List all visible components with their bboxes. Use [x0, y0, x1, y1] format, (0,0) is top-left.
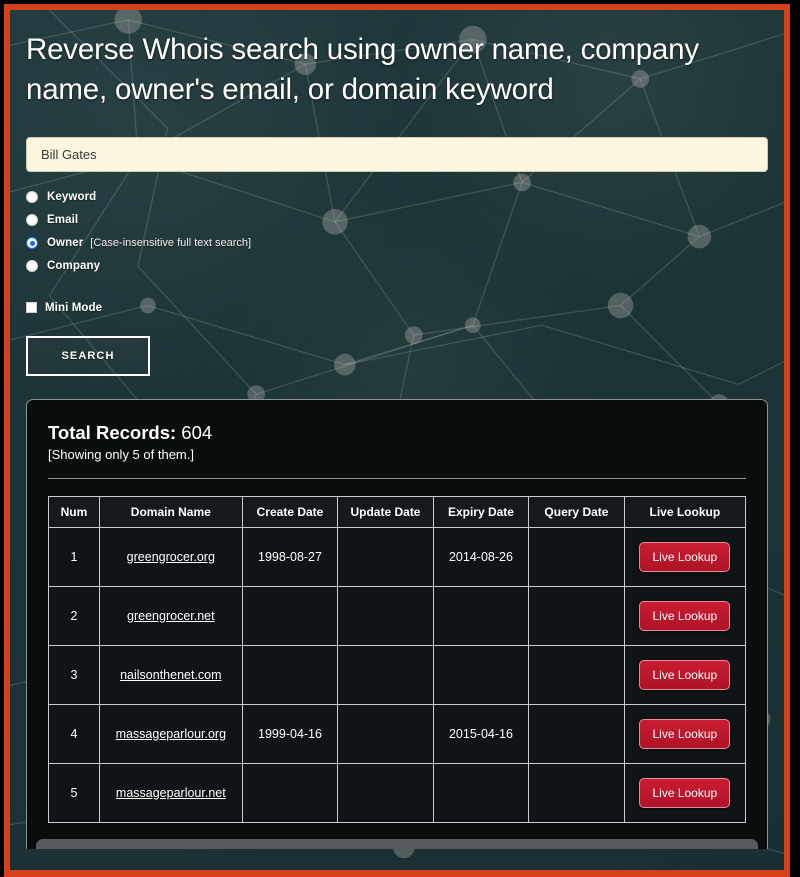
- mini-mode-label: Mini Mode: [45, 301, 103, 314]
- radio-option-company-label: Company: [47, 260, 101, 273]
- cell-query: [528, 703, 625, 764]
- search-type-options: Keyword Email Owner [Case-insensitive fu…: [26, 186, 768, 278]
- cell-expiry: [432, 762, 530, 823]
- table-row: 2 greengrocer.net Live Lookup: [48, 585, 747, 646]
- radio-option-email-label: Email: [47, 214, 79, 227]
- cell-num: 4: [48, 703, 100, 764]
- radio-option-owner-note: [Case-insensitive full text search]: [90, 237, 252, 250]
- panel-divider: [48, 477, 746, 479]
- radio-keyword-icon[interactable]: [26, 191, 38, 204]
- cell-num: 1: [48, 526, 100, 587]
- column-header-update: Update Date: [337, 495, 434, 528]
- cell-livelookup: Live Lookup: [623, 762, 747, 823]
- column-header-expiry: Expiry Date: [432, 495, 530, 528]
- cell-livelookup: Live Lookup: [623, 585, 747, 646]
- search-input[interactable]: [26, 136, 768, 172]
- cell-create: 1998-08-27: [241, 526, 339, 587]
- radio-email-icon[interactable]: [26, 214, 38, 227]
- domain-link[interactable]: nailsonthenet.com: [120, 668, 221, 682]
- domain-link[interactable]: greengrocer.org: [127, 550, 215, 564]
- results-table: Num Domain Name Create Date Update Date …: [48, 495, 747, 823]
- cell-create: [241, 585, 339, 646]
- search-button[interactable]: SEARCH: [26, 335, 150, 376]
- cell-update: [337, 703, 434, 764]
- screenshot-frame: Reverse Whois search using owner name, c…: [0, 0, 800, 877]
- page-border: Reverse Whois search using owner name, c…: [4, 4, 790, 877]
- total-records-label: Total Records:: [48, 421, 177, 443]
- cell-expiry: 2014-08-26: [432, 526, 530, 587]
- radio-option-keyword[interactable]: Keyword: [26, 186, 768, 209]
- total-records: Total Records: 604: [48, 422, 746, 444]
- results-panel: Total Records: 604 [Showing only 5 of th…: [26, 398, 768, 849]
- live-lookup-button[interactable]: Live Lookup: [639, 777, 731, 808]
- showing-note: [Showing only 5 of them.]: [48, 446, 194, 462]
- live-lookup-button[interactable]: Live Lookup: [639, 659, 731, 690]
- column-header-domain: Domain Name: [98, 495, 243, 528]
- radio-option-keyword-label: Keyword: [47, 191, 97, 204]
- mini-mode-checkbox-icon[interactable]: [26, 302, 37, 314]
- cell-create: [241, 644, 339, 705]
- table-row: 5 massageparlour.net Live Lookup: [48, 762, 747, 823]
- domain-link[interactable]: massageparlour.org: [116, 727, 226, 741]
- column-header-create: Create Date: [241, 495, 339, 528]
- cell-query: [528, 526, 625, 587]
- cell-update: [337, 644, 434, 705]
- radio-option-owner-label: Owner: [47, 237, 84, 250]
- cell-domain: nailsonthenet.com: [98, 644, 243, 705]
- table-row: 1 greengrocer.org 1998-08-27 2014-08-26 …: [48, 526, 747, 587]
- cell-expiry: [432, 644, 530, 705]
- cell-create: [241, 762, 339, 823]
- column-header-num: Num: [48, 495, 100, 528]
- cell-livelookup: Live Lookup: [623, 703, 747, 764]
- cell-livelookup: Live Lookup: [623, 644, 747, 705]
- domain-link[interactable]: greengrocer.net: [127, 609, 215, 623]
- cell-query: [528, 585, 625, 646]
- cell-domain: greengrocer.net: [98, 585, 243, 646]
- cell-domain: massageparlour.org: [98, 703, 243, 764]
- radio-company-icon[interactable]: [26, 260, 38, 273]
- cell-update: [337, 585, 434, 646]
- live-lookup-button[interactable]: Live Lookup: [639, 600, 731, 631]
- cell-update: [337, 526, 434, 587]
- cell-create: 1999-04-16: [241, 703, 339, 764]
- radio-option-owner[interactable]: Owner [Case-insensitive full text search…: [26, 232, 768, 255]
- cell-num: 2: [48, 585, 100, 646]
- column-header-livelookup: Live Lookup: [623, 495, 747, 528]
- cell-expiry: [432, 585, 530, 646]
- cell-expiry: 2015-04-16: [432, 703, 530, 764]
- column-header-query: Query Date: [528, 495, 625, 528]
- cell-livelookup: Live Lookup: [623, 526, 747, 587]
- live-lookup-button[interactable]: Live Lookup: [639, 718, 731, 749]
- bottom-panel-strip: [36, 838, 758, 849]
- cell-update: [337, 762, 434, 823]
- mini-mode-checkbox-row[interactable]: Mini Mode: [26, 302, 768, 314]
- page-title: Reverse Whois search using owner name, c…: [26, 33, 699, 106]
- radio-option-email[interactable]: Email: [26, 209, 768, 232]
- total-records-count: 604: [181, 421, 213, 443]
- table-header-row: Num Domain Name Create Date Update Date …: [48, 495, 747, 528]
- domain-link[interactable]: massageparlour.net: [116, 786, 226, 800]
- live-lookup-button[interactable]: Live Lookup: [639, 541, 731, 572]
- table-row: 3 nailsonthenet.com Live Lookup: [48, 644, 747, 705]
- cell-domain: greengrocer.org: [98, 526, 243, 587]
- cell-num: 3: [48, 644, 100, 705]
- cell-num: 5: [48, 762, 100, 823]
- cell-query: [528, 762, 625, 823]
- radio-owner-icon[interactable]: [26, 237, 38, 250]
- cell-query: [528, 644, 625, 705]
- table-row: 4 massageparlour.org 1999-04-16 2015-04-…: [48, 703, 747, 764]
- cell-domain: massageparlour.net: [98, 762, 243, 823]
- radio-option-company[interactable]: Company: [26, 255, 768, 278]
